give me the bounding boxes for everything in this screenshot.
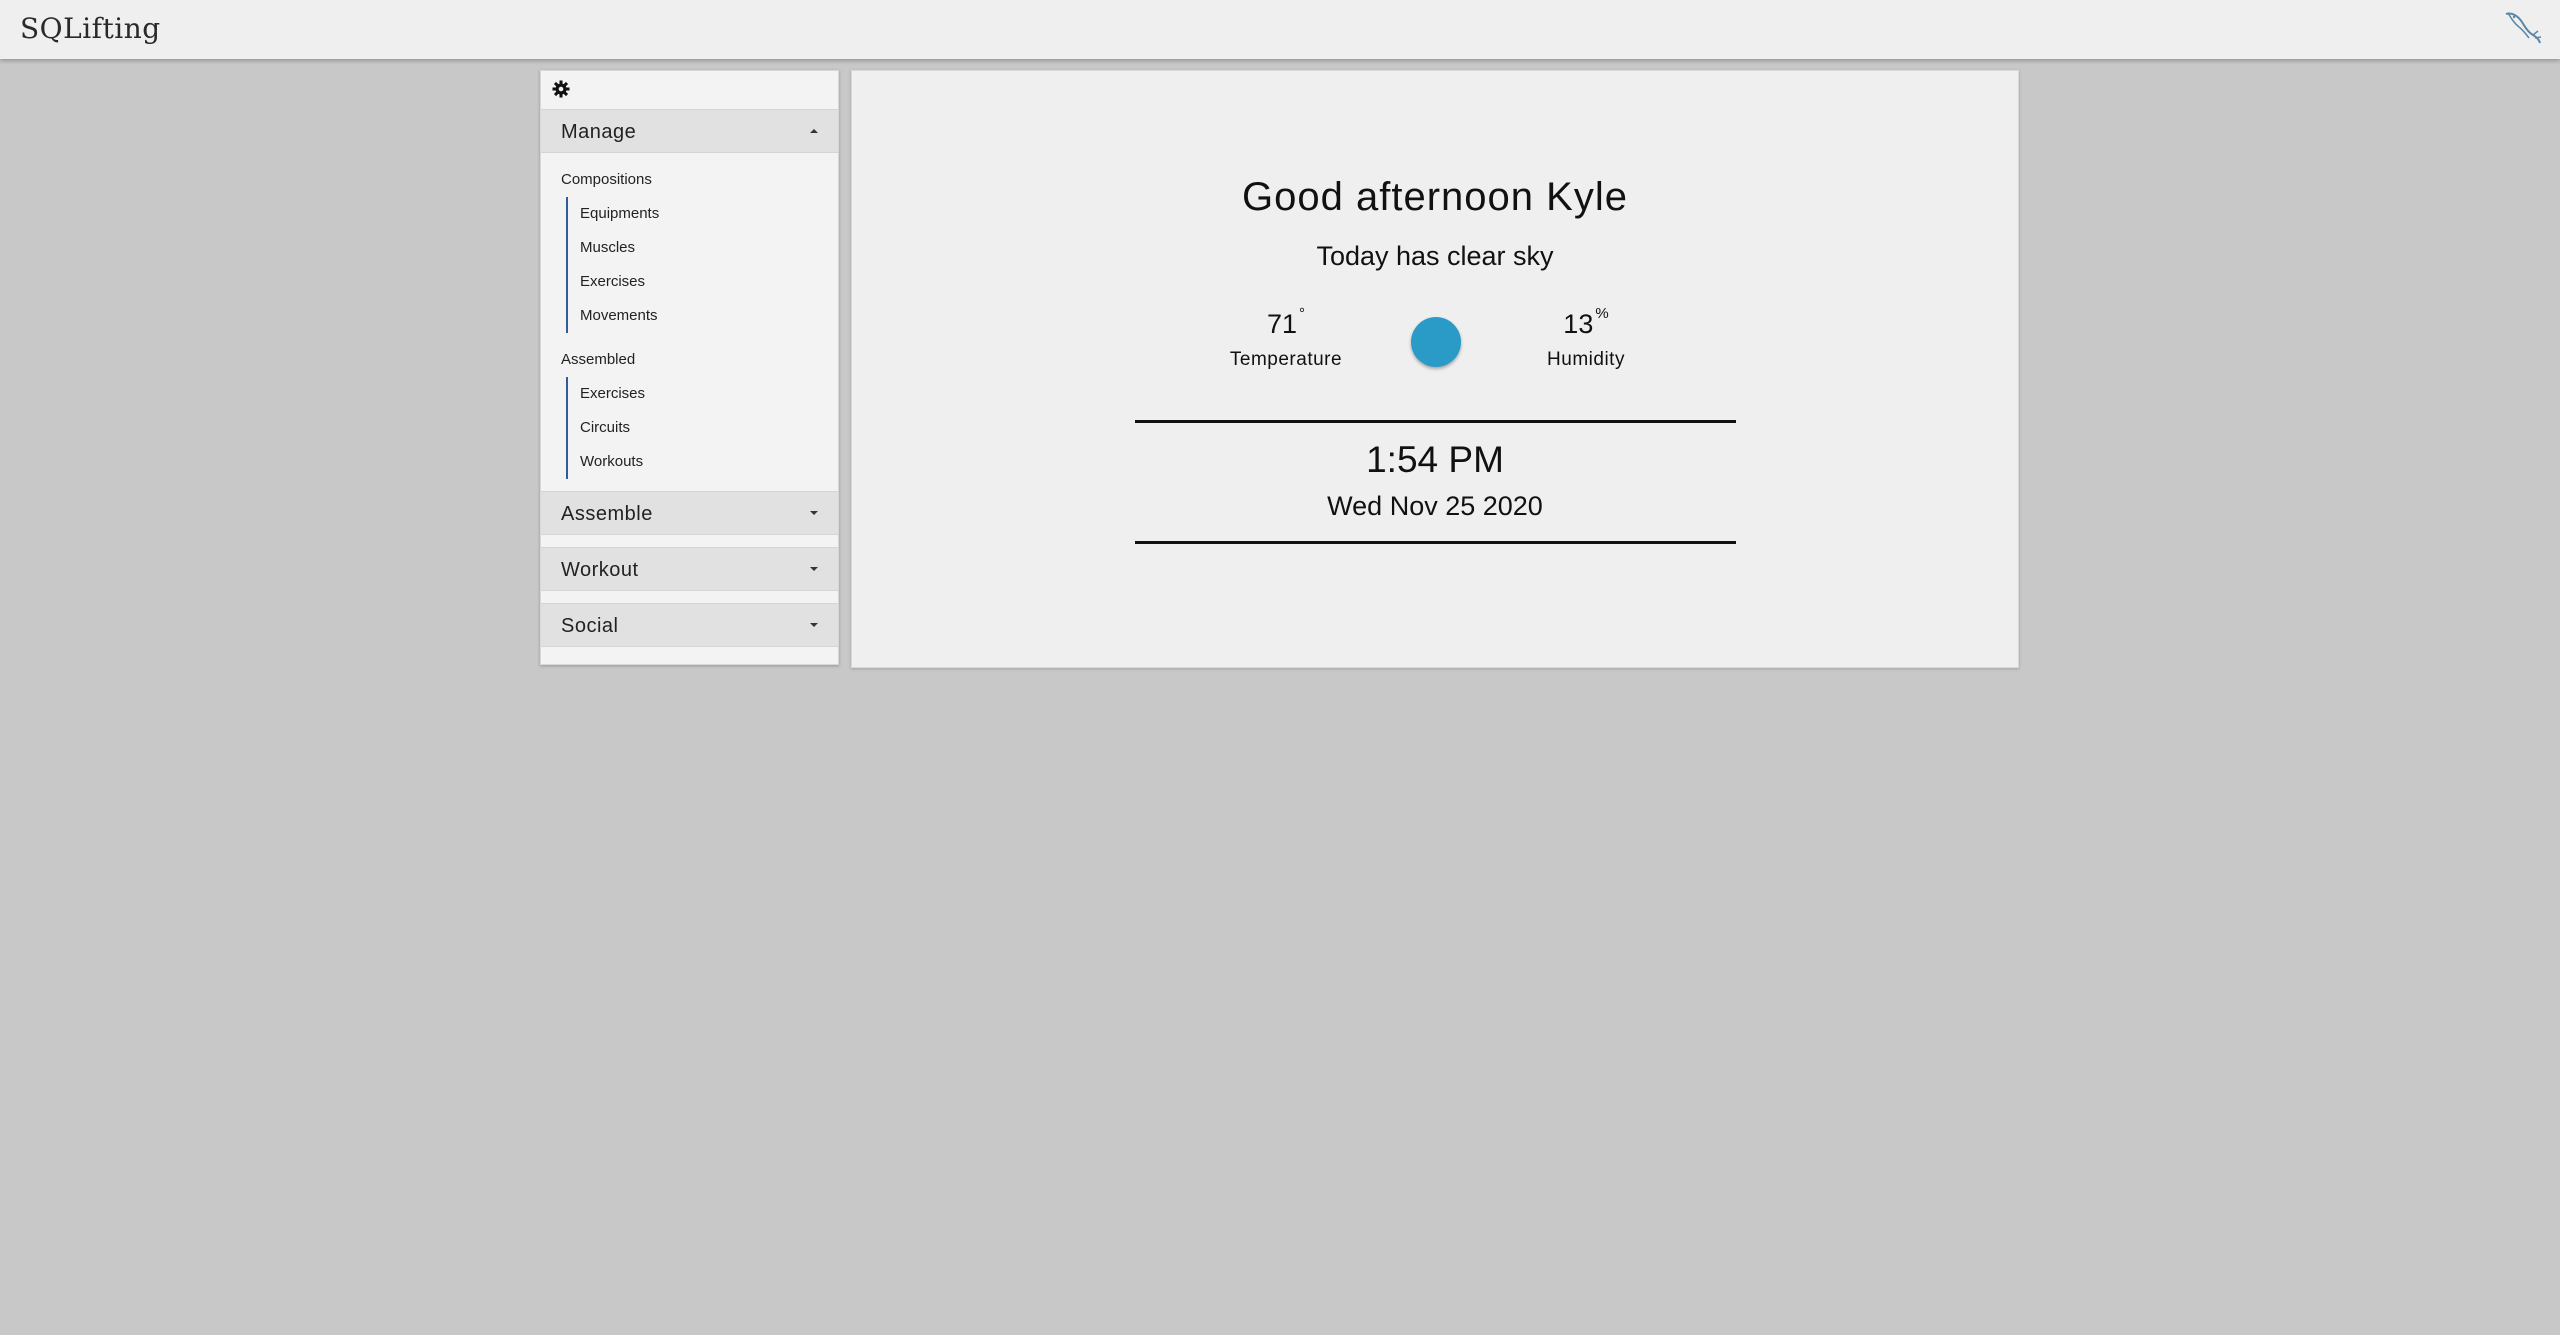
sidebar-item-assembled-exercises[interactable]: Exercises <box>568 377 645 411</box>
sidebar-section-manage[interactable]: Manage <box>541 109 838 153</box>
section-label: Assemble <box>561 503 653 525</box>
temperature-label: Temperature <box>1229 349 1343 370</box>
divider-top <box>1135 420 1736 423</box>
sidebar-item-exercises[interactable]: Exercises <box>568 265 659 299</box>
sidebar-section-social[interactable]: Social <box>541 603 838 647</box>
temperature-value: 71 ° <box>1196 305 1376 340</box>
sidebar-item-movements[interactable]: Movements <box>568 299 659 333</box>
assembled-list: Exercises Circuits Workouts <box>566 377 645 479</box>
chevron-down-icon <box>810 623 818 627</box>
section-label: Workout <box>561 559 639 581</box>
temperature-unit: ° <box>1299 305 1306 322</box>
app-brand[interactable]: SQLifting <box>20 12 161 45</box>
temperature-number: 71 <box>1266 309 1298 339</box>
app-brand-text: SQLifting <box>20 12 161 45</box>
sidebar-item-equipments[interactable]: Equipments <box>568 197 659 231</box>
clock-date: Wed Nov 25 2020 <box>1327 491 1543 521</box>
temperature-stat: 71 ° Temperature <box>1196 305 1376 371</box>
greeting: Good afternoon Kyle <box>1242 175 1628 219</box>
weather-condition: Today has clear sky <box>1316 241 1554 271</box>
top-bar: SQLifting <box>0 0 2560 59</box>
sidebar-item-muscles[interactable]: Muscles <box>568 231 659 265</box>
group-title-assembled: Assembled <box>561 351 636 368</box>
sidebar-item-circuits[interactable]: Circuits <box>568 411 645 445</box>
group-title-compositions: Compositions <box>561 171 652 188</box>
sidebar-section-workout[interactable]: Workout <box>541 547 838 591</box>
humidity-unit: % <box>1595 305 1609 322</box>
sidebar-section-assemble[interactable]: Assemble <box>541 491 838 535</box>
sidebar: Manage Compositions Equipments Muscles E… <box>540 70 839 665</box>
sidebar-item-workouts[interactable]: Workouts <box>568 445 645 479</box>
humidity-stat: 13% Humidity <box>1496 305 1676 371</box>
chevron-up-icon <box>810 129 818 133</box>
dashboard-panel: Good afternoon Kyle Today has clear sky … <box>851 70 2019 668</box>
humidity-value: 13% <box>1496 305 1676 340</box>
mysql-dolphin-icon[interactable] <box>2502 8 2544 48</box>
gear-icon[interactable] <box>551 79 571 99</box>
clock-time: 1:54 PM <box>1366 439 1504 480</box>
chevron-down-icon <box>810 511 818 515</box>
humidity-label: Humidity <box>1547 349 1625 370</box>
section-label: Social <box>561 615 619 637</box>
divider-bottom <box>1135 541 1736 544</box>
humidity-number: 13 <box>1563 309 1594 339</box>
clear-sky-icon <box>1411 317 1461 367</box>
section-label: Manage <box>561 121 637 143</box>
chevron-down-icon <box>810 567 818 571</box>
compositions-list: Equipments Muscles Exercises Movements <box>566 197 659 333</box>
